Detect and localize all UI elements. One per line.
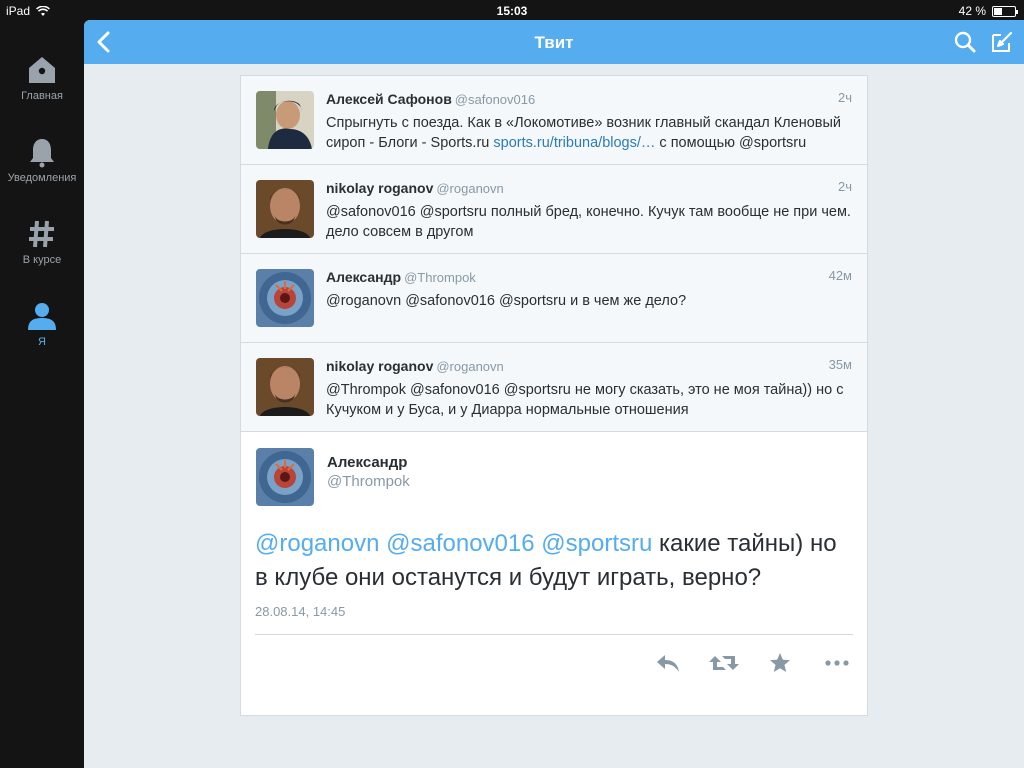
mention-link[interactable]: @sportsru xyxy=(541,530,652,557)
tweet-time: 42м xyxy=(828,268,852,283)
sidebar-item-me[interactable]: Я xyxy=(0,300,84,348)
status-bar: iPad 15:03 42 % xyxy=(0,0,1024,20)
page-title: Твит xyxy=(534,33,574,52)
sidebar-item-notifications[interactable]: Уведомления xyxy=(0,136,84,184)
sidebar-item-label: В курсе xyxy=(22,254,62,266)
tweet-text: Спрыгнуть с поезда. Как в «Локомотиве» в… xyxy=(326,113,852,153)
sidebar-item-discover[interactable]: В курсе xyxy=(0,218,84,266)
author-name[interactable]: Александр xyxy=(327,454,410,471)
tweet-panel: Твит Алексей Сафонов @safonov016 2ч Спры… xyxy=(84,20,1024,768)
tweet-time: 2ч xyxy=(837,179,852,194)
author-name[interactable]: Алексей Сафонов xyxy=(326,91,452,107)
user-icon xyxy=(28,303,56,330)
search-icon[interactable] xyxy=(954,31,976,53)
author-handle[interactable]: @roganovn xyxy=(436,359,503,374)
conversation-tweet[interactable]: nikolay roganov @roganovn 35м @Thrompok @… xyxy=(241,343,867,432)
bell-icon xyxy=(30,139,54,168)
tweet-text: @safonov016 @sportsru полный бред, конеч… xyxy=(326,204,851,240)
conversation-tweet[interactable]: nikolay roganov @roganovn 2ч @safonov016 … xyxy=(241,165,867,254)
navigation-bar: Твит xyxy=(84,20,1024,64)
avatar[interactable] xyxy=(256,448,314,506)
home-icon xyxy=(29,57,55,83)
retweet-icon[interactable] xyxy=(709,652,739,674)
author-handle[interactable]: @roganovn xyxy=(436,181,503,196)
avatar[interactable] xyxy=(256,180,314,238)
main-tweet: Александр @Thrompok @roganovn @safonov01… xyxy=(241,432,867,694)
divider xyxy=(255,634,853,635)
avatar[interactable] xyxy=(256,358,314,416)
conversation-tweet[interactable]: Александр @Thrompok 42м @roganovn @safono… xyxy=(241,254,867,343)
tweet-date: 28.08.14, 14:45 xyxy=(255,604,346,619)
author-handle[interactable]: @Thrompok xyxy=(404,270,476,285)
conversation-tweet[interactable]: Алексей Сафонов @safonov016 2ч Спрыгнуть … xyxy=(241,76,867,165)
mention-link[interactable]: @safonov016 xyxy=(386,530,534,557)
sidebar-item-home[interactable]: Главная xyxy=(0,54,84,102)
tweet-text: @roganovn @safonov016 @sportsru и в чем … xyxy=(326,293,687,309)
sidebar-item-label: Я xyxy=(38,336,46,348)
favorite-icon[interactable] xyxy=(769,652,791,674)
conversation-card: Алексей Сафонов @safonov016 2ч Спрыгнуть … xyxy=(240,75,868,716)
hashtag-icon xyxy=(29,220,54,248)
compose-icon[interactable] xyxy=(990,30,1014,54)
avatar[interactable] xyxy=(256,91,314,149)
avatar[interactable] xyxy=(256,269,314,327)
author-name[interactable]: nikolay roganov xyxy=(326,358,433,374)
author-handle[interactable]: @Thrompok xyxy=(327,473,410,490)
tweet-time: 35м xyxy=(828,357,852,372)
mention-link[interactable]: @roganovn xyxy=(255,530,379,557)
battery-percent: 42 % xyxy=(958,4,986,18)
tweet-text-part: с помощью @sportsru xyxy=(655,135,807,151)
sidebar-item-label: Главная xyxy=(21,90,63,102)
sidebar: Главная Уведомления В курсе Я xyxy=(0,20,84,768)
reply-icon[interactable] xyxy=(655,652,681,674)
tweet-text: @Thrompok @safonov016 @sportsru не могу … xyxy=(326,382,844,418)
battery-icon xyxy=(992,5,1018,17)
more-icon[interactable] xyxy=(824,652,850,674)
author-name[interactable]: nikolay roganov xyxy=(326,180,433,196)
author-name[interactable]: Александр xyxy=(326,269,401,285)
tweet-link[interactable]: sports.ru/tribuna/blogs/… xyxy=(493,135,655,151)
tweet-time: 2ч xyxy=(837,90,852,105)
clock: 15:03 xyxy=(496,4,528,18)
sidebar-item-label: Уведомления xyxy=(7,172,77,184)
tweet-text: @roganovn @safonov016 @sportsru какие та… xyxy=(255,527,847,595)
author-handle[interactable]: @safonov016 xyxy=(455,92,535,107)
